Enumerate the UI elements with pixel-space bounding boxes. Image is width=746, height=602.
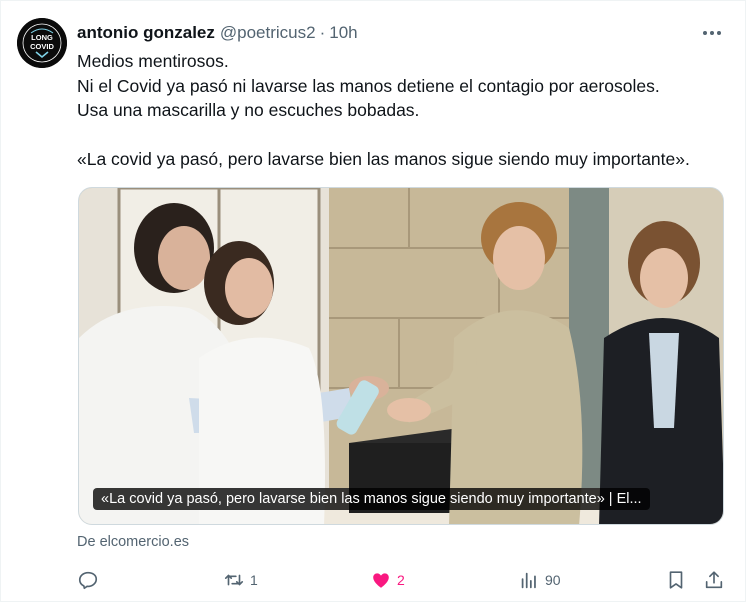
tweet-text: Medios mentirosos. Ni el Covid ya pasó n… xyxy=(77,49,737,172)
tweet-line: Usa una mascarilla y no escuches bobadas… xyxy=(77,100,420,120)
views-button[interactable]: 90 xyxy=(518,565,561,595)
bookmark-button[interactable] xyxy=(665,565,687,595)
timestamp[interactable]: 10h xyxy=(329,23,357,43)
more-options-icon[interactable] xyxy=(699,21,725,45)
heart-icon xyxy=(373,573,389,588)
reply-button[interactable] xyxy=(77,565,104,595)
views-count: 90 xyxy=(545,572,561,588)
author-handle[interactable]: @poetricus2 xyxy=(220,23,316,43)
link-source[interactable]: De elcomercio.es xyxy=(77,534,189,550)
svg-text:LONG: LONG xyxy=(31,33,53,42)
views-icon xyxy=(521,572,536,589)
like-button[interactable]: 2 xyxy=(370,565,405,595)
separator: · xyxy=(319,23,326,42)
tweet-line: Medios mentirosos. xyxy=(77,51,229,71)
article-photo xyxy=(79,188,723,524)
reply-icon xyxy=(78,571,98,590)
avatar[interactable]: LONG COVID xyxy=(17,18,67,68)
link-card[interactable]: «La covid ya pasó, pero lavarse bien las… xyxy=(78,187,724,525)
retweet-button[interactable]: 1 xyxy=(223,565,258,595)
author-name[interactable]: antonio gonzalez xyxy=(77,23,215,43)
share-icon xyxy=(705,571,723,589)
link-card-caption: «La covid ya pasó, pero lavarse bien las… xyxy=(93,488,650,510)
bookmark-icon xyxy=(669,571,683,589)
like-count: 2 xyxy=(397,572,405,588)
tweet[interactable]: LONG COVID antonio gonzalez @poetricus2 … xyxy=(0,0,746,602)
share-button[interactable] xyxy=(703,565,725,595)
retweet-icon xyxy=(224,574,244,586)
tweet-line: «La covid ya pasó, pero lavarse bien las… xyxy=(77,149,690,169)
action-bar: 1 2 90 xyxy=(77,565,727,595)
svg-text:COVID: COVID xyxy=(30,42,54,51)
long-covid-logo: LONG COVID xyxy=(17,18,67,68)
tweet-line: Ni el Covid ya pasó ni lavarse las manos… xyxy=(77,75,660,96)
retweet-count: 1 xyxy=(250,572,258,588)
tweet-header: antonio gonzalez @poetricus2 · 10h xyxy=(77,21,358,45)
